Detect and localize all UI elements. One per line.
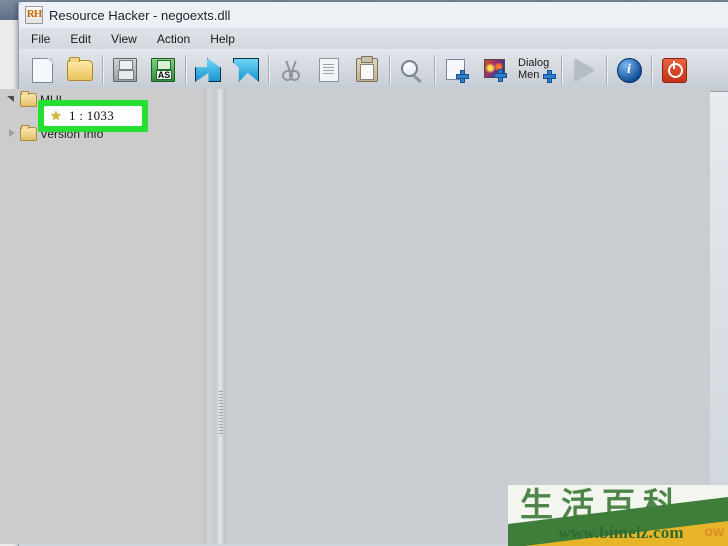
title-bar: RH Resource Hacker - negoexts.dll [19, 2, 728, 28]
toolbar-separator [389, 55, 390, 85]
toolbar-separator [102, 55, 103, 85]
add-bitmap-icon [484, 59, 507, 82]
add-dialog-label-line1: Dialog [518, 57, 550, 69]
blue-arrow-left-icon [195, 58, 221, 82]
watermark-url: www.bimeiz.com [558, 523, 684, 542]
toolbar-separator [651, 55, 652, 85]
find-button[interactable] [393, 51, 431, 89]
resource-editor-panel [226, 89, 710, 544]
copy-icon [319, 58, 339, 82]
power-exit-icon [661, 57, 687, 83]
new-file-icon [31, 57, 53, 83]
scissors-icon [280, 59, 302, 81]
highlight-label: 1 : 1033 [69, 108, 115, 123]
open-folder-icon [67, 56, 93, 81]
menu-item-file[interactable]: File [29, 31, 52, 47]
star-icon: ★ [50, 108, 62, 123]
toolbar-separator [434, 55, 435, 85]
panel-edge [204, 89, 216, 544]
add-resource-button[interactable] [438, 51, 476, 89]
folder-icon [20, 90, 37, 107]
paste-clipboard-icon [356, 56, 378, 82]
save-button[interactable] [106, 51, 144, 89]
save-disk-icon [113, 58, 137, 82]
menu-item-view[interactable]: View [109, 31, 139, 47]
new-file-button[interactable] [23, 51, 61, 89]
add-dialog-menu-icon: Dialog Men [518, 57, 556, 83]
highlight-content: ★ 1 : 1033 [44, 106, 142, 126]
splitter-grip [219, 391, 223, 435]
paste-button[interactable] [348, 51, 386, 89]
cut-button[interactable] [272, 51, 310, 89]
magnifier-icon [400, 59, 424, 83]
add-resource-icon [446, 58, 469, 83]
blue-arrow-right-icon [233, 58, 259, 82]
about-button[interactable]: i [610, 51, 648, 89]
highlight-annotation: ★ 1 : 1033 [38, 100, 148, 132]
menu-bar: File Edit View Action Help [19, 28, 728, 50]
add-bitmap-button[interactable] [476, 51, 514, 89]
toolbar-separator [268, 55, 269, 85]
panel-splitter[interactable] [216, 89, 226, 544]
menu-item-help[interactable]: Help [208, 31, 237, 47]
info-icon: i [616, 57, 642, 83]
open-file-button[interactable] [61, 51, 99, 89]
menu-item-action[interactable]: Action [155, 31, 192, 47]
exit-button[interactable] [655, 51, 693, 89]
play-button[interactable] [565, 51, 603, 89]
app-logo-icon: RH [25, 6, 43, 24]
expander-open-icon[interactable] [6, 94, 17, 105]
resource-tree-panel[interactable]: MUI★1 : 1033Version Info [0, 89, 204, 544]
save-as-button[interactable] [144, 51, 182, 89]
toolbar-separator [185, 55, 186, 85]
copy-button[interactable] [310, 51, 348, 89]
expander-closed-icon[interactable] [6, 128, 17, 139]
save-as-disk-icon [151, 58, 175, 82]
window-title: Resource Hacker - negoexts.dll [49, 7, 231, 23]
expander-none [26, 111, 37, 122]
toolbar: Dialog Men i [19, 49, 728, 92]
menu-item-edit[interactable]: Edit [68, 31, 93, 47]
add-dialog-label-line2: Men [518, 69, 540, 81]
watermark-chinese-text: 生活百科 [520, 485, 684, 524]
watermark-ghost-text: ow [704, 523, 724, 539]
toolbar-separator [561, 55, 562, 85]
play-triangle-icon [574, 59, 594, 81]
watermark: 生活百科 www.bimeiz.com ow [508, 485, 728, 546]
run-script-button[interactable] [227, 51, 265, 89]
add-dialog-button[interactable]: Dialog Men [514, 51, 558, 89]
folder-icon [20, 124, 37, 141]
toolbar-separator [606, 55, 607, 85]
compile-script-button[interactable] [189, 51, 227, 89]
